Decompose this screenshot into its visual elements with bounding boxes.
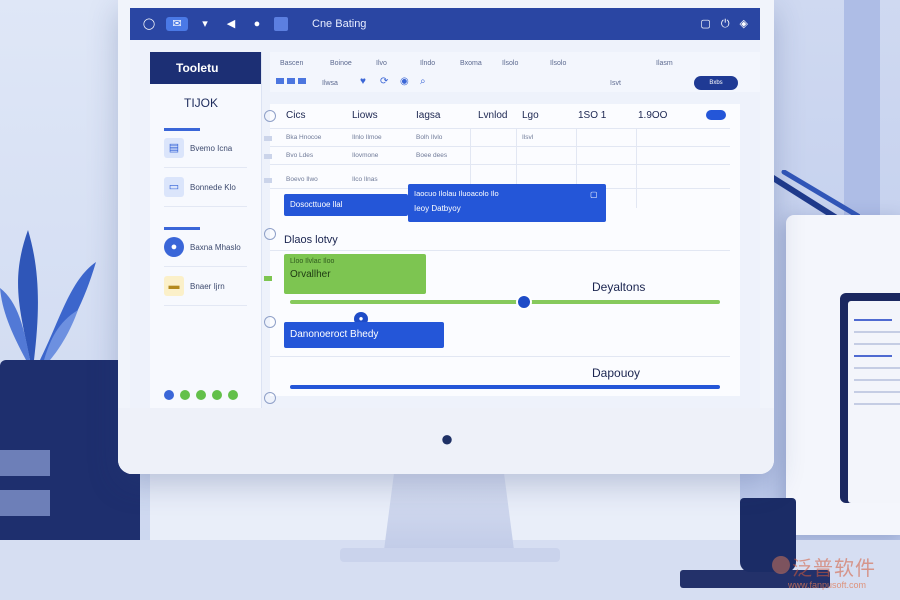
sidebar-item-1[interactable]: ▤ Bvemo Icna xyxy=(150,131,261,165)
column-header[interactable]: Lgo xyxy=(522,110,539,121)
column-header[interactable]: Liows xyxy=(352,110,378,121)
box-shelf xyxy=(0,490,50,516)
toolbar-label[interactable]: Bascen xyxy=(280,60,303,67)
sidebar: Tooletu TIJOK ▤ Bvemo Icna ▭ Bonnede Klo… xyxy=(150,52,262,408)
sync-icon[interactable]: ⟳ xyxy=(380,76,388,87)
row-marker xyxy=(264,136,272,141)
column-header[interactable]: 1.9OO xyxy=(638,110,667,121)
window-icon[interactable]: ▢ xyxy=(700,17,710,31)
row-marker xyxy=(264,178,272,183)
column-header[interactable]: Cics xyxy=(286,110,305,121)
doc-icon: ▤ xyxy=(164,138,184,158)
column-header[interactable]: Iagsa xyxy=(416,110,440,121)
side-tablet xyxy=(786,215,900,535)
column-header[interactable]: 1SO 1 xyxy=(578,110,606,121)
row-select-radio[interactable] xyxy=(264,228,276,240)
monitor-stand-base xyxy=(340,548,560,562)
row-label: Dapouoy xyxy=(592,366,641,380)
watermark-brand: 泛普软件 xyxy=(792,558,876,580)
table-cell: Boee dees xyxy=(416,152,448,159)
message-icon[interactable]: ✉ xyxy=(166,17,188,31)
view-switcher[interactable] xyxy=(276,78,309,84)
monitor: ● ◯ ✉ ▾ ◀ ● Cne Bating ▢ ⏻ ◈ Tooletu TIJ… xyxy=(118,0,774,474)
shield-icon[interactable]: ◈ xyxy=(740,17,748,31)
table-cell: Bka Hnocoe xyxy=(286,134,322,141)
sidebar-item-label: Bonnede Klo xyxy=(190,182,236,192)
sidebar-item-label: Baxna Mhaslo xyxy=(190,242,241,252)
sidebar-item-label: Bvemo Icna xyxy=(190,143,233,153)
play-icon[interactable]: ◀ xyxy=(222,17,240,31)
toolbar-sublabel[interactable]: Isvt xyxy=(610,80,621,87)
box-shelf xyxy=(0,450,50,476)
ring-icon[interactable]: ◯ xyxy=(140,17,158,31)
gantt-milestone-bar[interactable]: Lloo Ilvlac Iloo Orvallher xyxy=(284,254,426,294)
task-bar-icon: ▢ xyxy=(590,190,598,199)
app-screen: ◯ ✉ ▾ ◀ ● Cne Bating ▢ ⏻ ◈ Tooletu TIJOK… xyxy=(130,8,760,408)
table-cell: Ilovmone xyxy=(352,152,379,159)
sidebar-item-4[interactable]: ▬ Bnaer Ijrn xyxy=(150,269,261,303)
milestone-title: Lloo Ilvlac Iloo xyxy=(290,258,335,265)
toolbar-label[interactable]: Ilndo xyxy=(420,60,435,67)
toolbar-action-button[interactable]: Bxbs xyxy=(694,76,738,90)
power-icon[interactable]: ⏻ xyxy=(721,17,730,31)
toolbar-label[interactable]: Ilsolo xyxy=(502,60,518,67)
toolbar-label[interactable]: Ilsolo xyxy=(550,60,566,67)
search-icon[interactable]: ⌕ xyxy=(420,76,426,87)
heart-icon[interactable]: ♥ xyxy=(360,76,366,87)
row-marker xyxy=(264,276,272,281)
inbox-icon: ▭ xyxy=(164,177,184,197)
square-icon[interactable] xyxy=(274,17,288,31)
gantt-task-bar[interactable]: Dosocttuoe llal xyxy=(284,194,408,216)
row-select-radio[interactable] xyxy=(264,110,276,122)
toolbar-label[interactable]: Ilasm xyxy=(656,60,673,67)
add-column-button[interactable] xyxy=(706,110,726,120)
sidebar-item-3[interactable]: ● Baxna Mhaslo xyxy=(150,230,261,264)
row-select-radio[interactable] xyxy=(264,392,276,404)
card-icon: ▬ xyxy=(164,276,184,296)
toolbar-sublabel[interactable]: Ilwsa xyxy=(322,80,338,87)
table-cell: Bolh Ilvlo xyxy=(416,134,443,141)
section-label: Dlaos lotvy xyxy=(284,234,338,246)
tablet-screen xyxy=(840,293,900,503)
row-label: Deyaltons xyxy=(592,280,646,294)
sidebar-item-2[interactable]: ▭ Bonnede Klo xyxy=(150,170,261,204)
user-circle-icon: ● xyxy=(164,237,184,257)
toolbar-label[interactable]: Bxoma xyxy=(460,60,482,67)
table-cell: Ilsvl xyxy=(522,134,534,141)
column-header[interactable]: Lvnlod xyxy=(478,110,507,121)
status-dots xyxy=(164,390,238,400)
sidebar-item-label: Bnaer Ijrn xyxy=(190,281,225,291)
gantt-task-bar[interactable]: Danonoeroct Bhedy xyxy=(284,322,444,348)
watermark-logo-icon xyxy=(772,556,790,574)
task-bar-title: Iaocuo Ilolau Iluoacolo Ilo xyxy=(414,189,499,198)
progress-timeline xyxy=(290,300,720,304)
monitor-stand xyxy=(384,470,514,550)
toolbar-label[interactable]: Boinoe xyxy=(330,60,352,67)
gantt-task-bar[interactable]: Iaocuo Ilolau Iluoacolo Ilo Ieoy Datbyoy xyxy=(408,184,606,222)
table-cell: Ilnlo Ilmoe xyxy=(352,134,382,141)
timeline-marker[interactable] xyxy=(516,294,532,310)
row-marker xyxy=(264,154,272,159)
watermark: 泛普软件 www.fanpusoft.com xyxy=(770,548,900,600)
sidebar-subtitle: TIJOK xyxy=(184,96,219,110)
apple-logo-icon: ● xyxy=(440,426,454,451)
chevron-down-icon[interactable]: ▾ xyxy=(196,17,214,31)
table-cell: Boevo Ilwo xyxy=(286,176,318,183)
milestone-subtitle: Orvallher xyxy=(290,269,331,280)
visibility-icon[interactable]: ◉ xyxy=(400,76,409,87)
row-select-radio[interactable] xyxy=(264,316,276,328)
task-table: Cics Liows Iagsa Lvnlod Lgo 1SO 1 1.9OO … xyxy=(264,104,740,404)
toolbar: Bascen Boinoe Ilvo Ilndo Bxoma Ilsolo Il… xyxy=(270,52,760,92)
progress-timeline xyxy=(290,385,720,389)
app-title: Cne Bating xyxy=(312,18,367,30)
table-cell: Bvo Ldes xyxy=(286,152,314,159)
watermark-url: www.fanpusoft.com xyxy=(788,580,867,590)
plant-icon xyxy=(0,230,96,360)
title-bar: ◯ ✉ ▾ ◀ ● Cne Bating ▢ ⏻ ◈ xyxy=(130,8,760,40)
toolbar-label[interactable]: Ilvo xyxy=(376,60,387,67)
sidebar-header: Tooletu xyxy=(150,52,261,84)
table-cell: Ilco Ilnas xyxy=(352,176,378,183)
dot-icon[interactable]: ● xyxy=(248,17,266,31)
task-bar-subtitle: Ieoy Datbyoy xyxy=(414,204,461,213)
